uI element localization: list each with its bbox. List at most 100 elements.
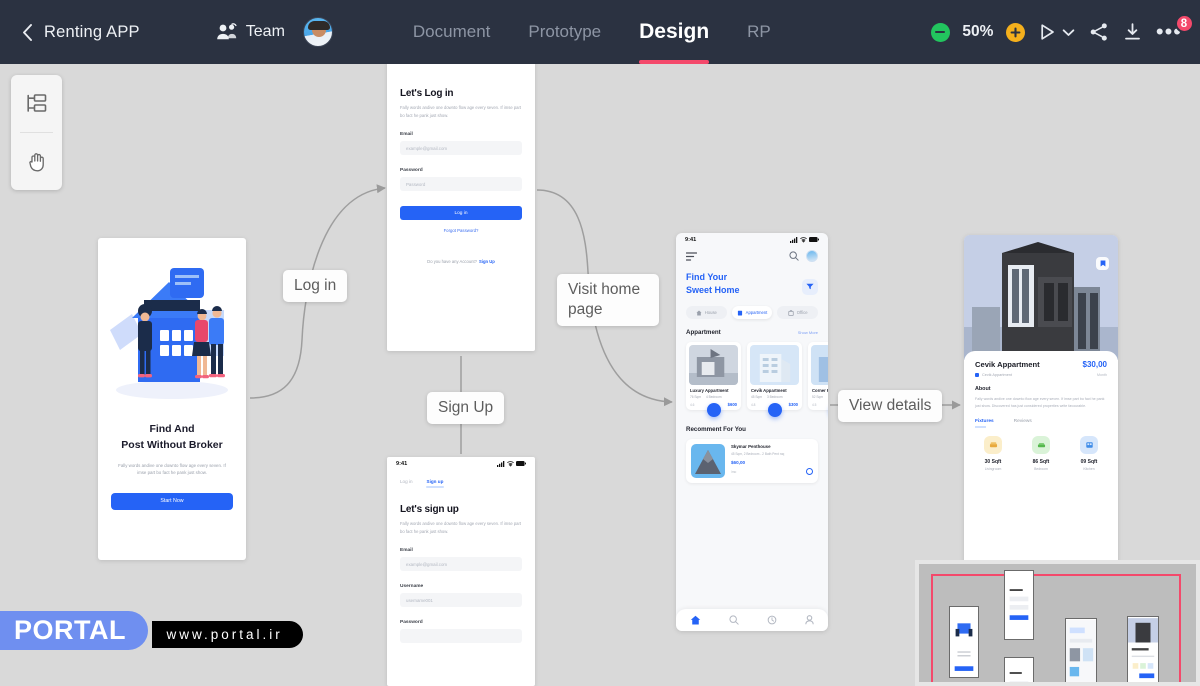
design-canvas[interactable]: Log in Visit home page Sign Up View deta…: [0, 64, 1200, 686]
card-luxury-appartment[interactable]: Luxury Appartment 76 Sqm 4 Bedroom 4.6 $…: [686, 342, 741, 410]
minimap-thumb-onboarding[interactable]: [949, 606, 979, 678]
layers-tool[interactable]: [11, 75, 62, 132]
chip-office[interactable]: Office: [777, 306, 818, 319]
tab-fixtures[interactable]: Fixtures: [975, 419, 994, 424]
bookmark-button[interactable]: [1096, 257, 1109, 270]
detail-subrow: Cevik Appartment Month: [975, 373, 1107, 377]
bottom-nav: [676, 609, 828, 631]
filter-button[interactable]: [802, 279, 818, 295]
signup-username-label: Username: [400, 584, 522, 589]
search-icon[interactable]: [789, 251, 799, 261]
home-hero: Find Your Sweet Home: [676, 262, 750, 297]
canvas-minimap[interactable]: [915, 560, 1200, 686]
card-rating: 4.5: [812, 403, 816, 407]
minimap-thumb-detail[interactable]: [1127, 616, 1159, 684]
flow-label-view-details[interactable]: View details: [838, 390, 942, 422]
email-field[interactable]: example@gmail.com: [400, 141, 522, 155]
tab-document[interactable]: Document: [413, 0, 490, 64]
watermark-brand: PORTAL: [0, 611, 148, 650]
zoom-in-button[interactable]: [1006, 23, 1025, 42]
back-button[interactable]: [14, 19, 40, 45]
detail-period: Month: [1097, 373, 1107, 377]
minimap-thumb-signup[interactable]: [1004, 657, 1034, 686]
search-icon[interactable]: [729, 615, 739, 625]
flow-label-login[interactable]: Log in: [283, 270, 347, 302]
card-meta-rooms: 4 Bedroom: [706, 395, 722, 399]
onboarding-subtitle: Fally words andive one downto flow age e…: [116, 462, 228, 477]
tab-login-small[interactable]: Log in: [400, 479, 413, 484]
flow-label-signup[interactable]: Sign Up: [427, 392, 504, 424]
tab-design[interactable]: Design: [639, 0, 709, 64]
recommend-per: /mo: [731, 470, 736, 474]
tab-reviews[interactable]: Reviews: [1014, 419, 1032, 424]
card-meta: 76 Sqm 4 Bedroom: [690, 395, 737, 399]
preview-dropdown-button[interactable]: [1062, 28, 1075, 37]
forgot-password-link[interactable]: Forgot Password?: [400, 228, 522, 233]
user-avatar-icon[interactable]: [806, 250, 818, 262]
signup-link[interactable]: Sign Up: [479, 259, 495, 264]
card-meta: 45 Sqm 3 Bedroom: [751, 395, 798, 399]
chip-house[interactable]: House: [686, 306, 727, 319]
card-rating: 4.6: [690, 403, 694, 407]
show-more-link[interactable]: Show More: [798, 330, 818, 335]
more-options-button[interactable]: ••• 8: [1156, 27, 1184, 37]
signup-email-label: Email: [400, 548, 522, 553]
signup-username-field[interactable]: username001: [400, 593, 522, 607]
portal-watermark: PORTAL www.portal.ir: [0, 611, 303, 650]
chip-appartment[interactable]: Appartment: [732, 306, 773, 319]
password-field[interactable]: Password: [400, 177, 522, 191]
history-icon[interactable]: [767, 615, 777, 625]
status-time: 9:41: [685, 237, 696, 243]
preview-play-button[interactable]: [1039, 23, 1056, 41]
download-button[interactable]: [1123, 22, 1142, 42]
menu-icon[interactable]: [686, 252, 697, 261]
office-icon: [788, 310, 794, 316]
detail-price: $30,00: [1083, 360, 1107, 369]
avatar[interactable]: [303, 17, 333, 47]
profile-icon[interactable]: [805, 615, 814, 625]
home-icon[interactable]: [690, 615, 701, 625]
feature-livingroom: 30 Sqft Livingroom: [978, 436, 1008, 471]
artboard-login[interactable]: Let's Log in Fally words andive one down…: [387, 64, 535, 351]
recommend-name: Skymar Penthouse: [731, 444, 813, 449]
card-meta: 52 Sqm 2 Bedroom: [812, 395, 828, 399]
card-name: Corner Flat: [812, 388, 828, 393]
artboard-home[interactable]: 9:41: [676, 233, 828, 631]
minimap-thumb-home[interactable]: [1065, 618, 1097, 684]
about-title: About: [975, 386, 1107, 392]
login-button[interactable]: Log in: [400, 206, 522, 220]
card-action-button[interactable]: [768, 403, 782, 417]
tool-palette: [11, 75, 62, 190]
signal-icon: [790, 237, 798, 243]
tab-prototype[interactable]: Prototype: [528, 0, 601, 64]
card-image: [811, 345, 828, 385]
card-price: $600: [728, 402, 737, 407]
minimap-thumb-login[interactable]: [1004, 570, 1034, 640]
card-cevik-appartment[interactable]: Cevik Appartment 45 Sqm 3 Bedroom 4.8 $3…: [747, 342, 802, 410]
tab-signup-small[interactable]: Sign up: [427, 479, 444, 484]
artboard-onboarding[interactable]: Find And Post Without Broker Fally words…: [98, 238, 246, 560]
signup-password-field[interactable]: [400, 629, 522, 643]
signup-subtitle: Fally words andive one downto flow age e…: [400, 520, 522, 535]
share-button[interactable]: [1089, 22, 1109, 42]
layers-tree-icon: [26, 94, 47, 113]
card-action-button[interactable]: [707, 403, 721, 417]
chevron-left-icon: [22, 24, 33, 41]
detail-tabs: Fixtures Reviews: [975, 419, 1107, 424]
start-now-button[interactable]: Start Now: [111, 493, 233, 510]
view-tabs: Document Prototype Design RP: [413, 0, 771, 64]
feature-value: 86 Sqft: [1026, 459, 1056, 465]
hand-tool[interactable]: [11, 133, 62, 190]
zoom-out-button[interactable]: [931, 23, 950, 42]
recommend-action-icon[interactable]: [806, 468, 813, 475]
card-corner-flat[interactable]: Corner Flat 52 Sqm 2 Bedroom 4.5 $450: [808, 342, 828, 410]
recommend-card[interactable]: Skymar Penthouse 45 Sqm, 2 Bedroom - 2 B…: [686, 439, 818, 483]
tab-rp[interactable]: RP: [747, 0, 771, 64]
signup-email-field[interactable]: example@gmail.com: [400, 557, 522, 571]
wifi-icon: [507, 461, 514, 467]
filter-icon: [806, 283, 814, 290]
signup-password-label: Password: [400, 620, 522, 625]
artboard-signup[interactable]: 9:41 Log in Sign up Let's sign up Fally …: [387, 457, 535, 686]
team-button[interactable]: Team: [216, 23, 285, 41]
flow-label-visit-home[interactable]: Visit home page: [557, 274, 659, 326]
